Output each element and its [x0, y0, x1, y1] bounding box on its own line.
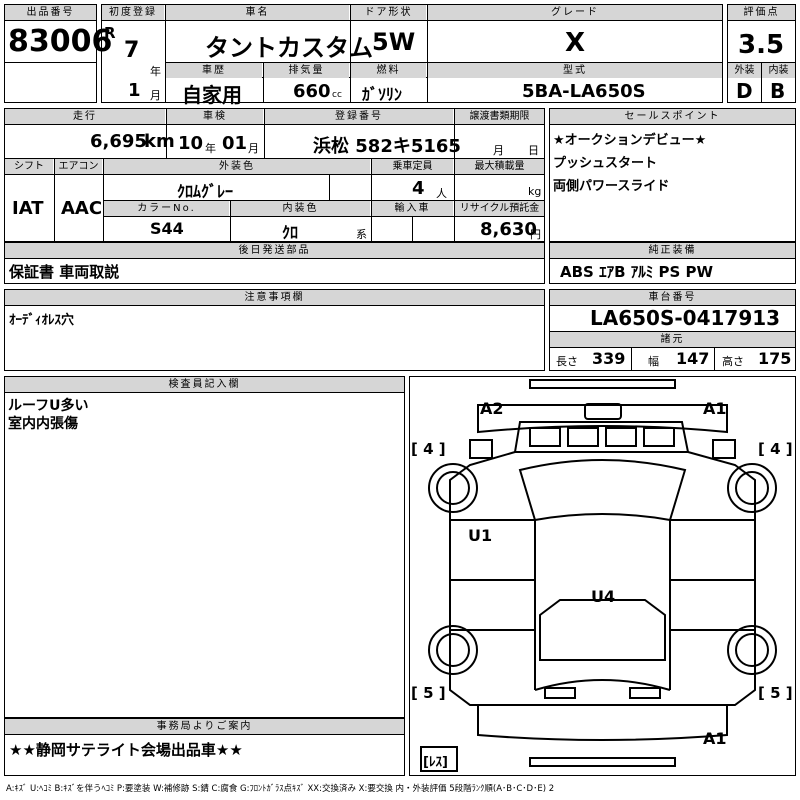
- load-unit: kg: [528, 185, 542, 198]
- damage-a1-front: A1: [703, 399, 727, 418]
- disp-unit: cc: [332, 90, 342, 100]
- width-label: 幅: [648, 355, 659, 368]
- seats-unit: 人: [436, 187, 447, 200]
- history: 自家用: [182, 83, 242, 107]
- reg-year-unit: 年: [150, 65, 161, 78]
- ext-color: ｸﾛﾑｸﾞﾚｰ: [177, 182, 234, 201]
- int-color-unit: 系: [356, 228, 367, 241]
- plate: 浜松 582キ5165: [313, 136, 461, 157]
- int-grade: B: [770, 79, 786, 103]
- int-color: ｸﾛ: [282, 223, 299, 242]
- office-header: 事務局よりご案内: [5, 719, 404, 734]
- sales-line-1: ★オークションデビュー★: [553, 133, 707, 148]
- import-header: 輸入車: [372, 201, 453, 216]
- fuel: ｶﾞｿﾘﾝ: [362, 85, 403, 104]
- inspector-line-1: ルーフU多い: [8, 398, 89, 414]
- lot-header: 出品番号: [5, 5, 96, 20]
- tire-rear-left: [ 5 ]: [411, 684, 446, 702]
- office-notice: ★★静岡サテライト会場出品車★★: [9, 741, 243, 759]
- recycle-unit: 円: [530, 228, 541, 241]
- era: R: [104, 24, 116, 42]
- tire-front-right: [ 4 ]: [758, 440, 793, 458]
- damage-u1: U1: [468, 526, 493, 545]
- model-code: 5BA-LA650S: [522, 81, 646, 102]
- sales-line-3: 両側パワースライド: [553, 179, 670, 194]
- recycle-header: リサイクル預託金: [455, 201, 544, 216]
- disp-header: 排気量: [264, 63, 349, 78]
- score-header: 評価点: [728, 5, 795, 20]
- displacement: 660: [293, 81, 331, 102]
- equipment: ABS ｴｱB ｱﾙﾐ PS PW: [560, 263, 714, 281]
- history-header: 車歴: [166, 63, 262, 78]
- mileage-unit: km: [144, 131, 175, 152]
- length-label: 長さ: [556, 355, 578, 368]
- load-header: 最大積載量: [455, 159, 544, 174]
- inspector-line-2: 室内内張傷: [8, 416, 78, 432]
- door-header: ドア形状: [351, 5, 426, 20]
- mileage: 6,695: [90, 131, 147, 152]
- first-reg-header: 初度登録: [102, 5, 164, 20]
- ac-header: エアコン: [55, 159, 102, 174]
- ext-header: 外装: [728, 63, 761, 78]
- seats-header: 乗車定員: [372, 159, 453, 174]
- tire-front-left: [ 4 ]: [411, 440, 446, 458]
- reg-month-unit: 月: [150, 89, 161, 102]
- shift: IAT: [12, 198, 44, 219]
- dims-header: 諸元: [550, 332, 795, 347]
- color-header: 外装色: [104, 159, 370, 174]
- chassis-header: 車台番号: [550, 290, 795, 305]
- grade: X: [565, 28, 586, 58]
- inspect-header: 車検: [167, 109, 263, 124]
- height: 175: [758, 349, 792, 368]
- recycle-fee: 8,630: [480, 219, 537, 240]
- colorno-header: カラーNo.: [104, 201, 229, 216]
- plate-header: 登録番号: [265, 109, 453, 124]
- inspect-year: 10: [178, 133, 204, 154]
- equip-header: 純正装備: [550, 243, 795, 258]
- inspect-year-unit: 年: [205, 142, 216, 155]
- later-header: 後日発送部品: [5, 243, 544, 258]
- spare-tire: [ﾚｽ]: [423, 755, 448, 770]
- model-header: 型式: [428, 63, 722, 78]
- length: 339: [592, 349, 626, 368]
- reg-year: 7: [124, 38, 140, 63]
- sales-header: セールスポイント: [550, 109, 795, 124]
- damage-a1-rear: A1: [703, 729, 727, 748]
- height-label: 高さ: [722, 355, 744, 368]
- color-number: S44: [150, 219, 184, 238]
- notes: ｵｰﾃﾞｨｵﾚｽ穴: [9, 313, 75, 328]
- transfer-day-unit: 日: [528, 144, 539, 157]
- width: 147: [676, 349, 710, 368]
- seats: 4: [412, 178, 425, 199]
- inspect-month: 01: [222, 133, 248, 154]
- legend: A:ｷｽﾞ U:ﾍｺﾐ B:ｷｽﾞを伴うﾍｺﾐ P:要塗装 W:補修跡 S:錆 …: [6, 784, 555, 794]
- door-type: 5W: [372, 28, 416, 56]
- damage-a2: A2: [480, 399, 504, 418]
- shift-header: シフト: [5, 159, 53, 174]
- name-header: 車名: [166, 5, 349, 20]
- inspect-month-unit: 月: [248, 142, 259, 155]
- sales-line-2: プッシュスタート: [553, 156, 658, 171]
- mileage-header: 走行: [5, 109, 165, 124]
- chassis-number: LA650S-0417913: [590, 306, 781, 330]
- tire-rear-right: [ 5 ]: [758, 684, 793, 702]
- transfer-month-unit: 月: [493, 144, 504, 157]
- inspector-header: 検査員記入欄: [5, 377, 404, 392]
- transfer-header: 譲渡書類期限: [455, 109, 544, 124]
- car-name: タントカスタム: [205, 34, 373, 62]
- info-block: [4, 108, 545, 242]
- lot-number: 83006: [8, 24, 113, 59]
- fuel-header: 燃料: [351, 63, 426, 78]
- ext-grade: D: [736, 79, 753, 103]
- later-parts: 保証書 車両取説: [9, 263, 120, 281]
- car-outline-drawing: [420, 379, 777, 772]
- notes-header: 注意事項欄: [5, 290, 544, 305]
- int-header: 内装: [762, 63, 795, 78]
- intcolor-header: 内装色: [231, 201, 370, 216]
- ac: AAC: [61, 198, 103, 219]
- damage-u4: U4: [591, 587, 616, 606]
- grade-header: グレード: [428, 5, 722, 20]
- reg-month: 1: [128, 80, 141, 101]
- score: 3.5: [738, 30, 785, 60]
